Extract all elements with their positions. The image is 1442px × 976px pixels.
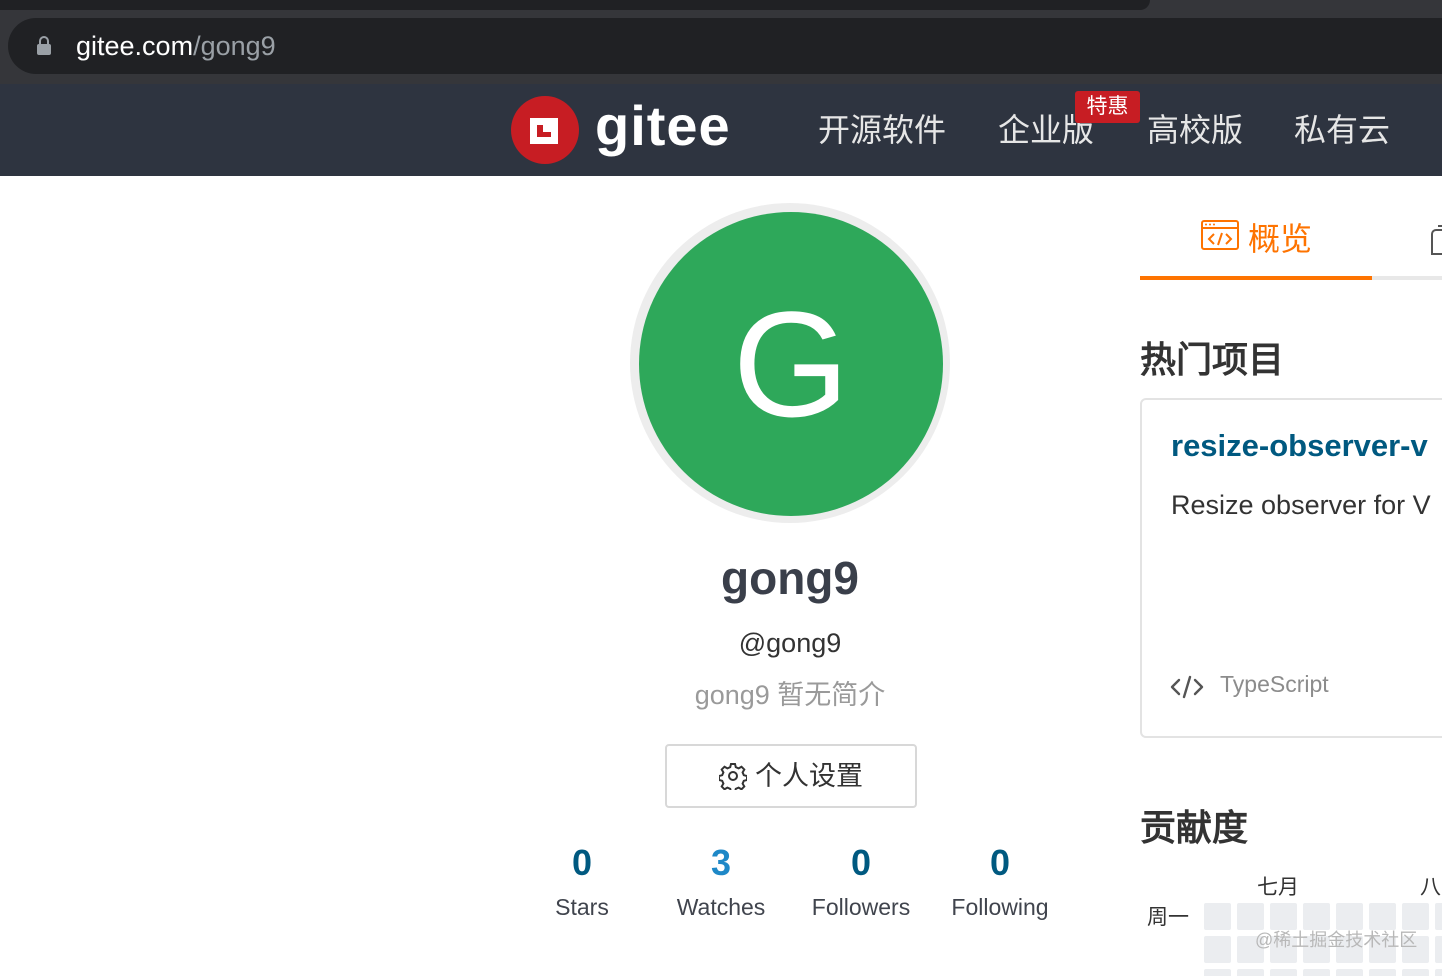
url-text[interactable]: gitee.com/gong9 — [76, 29, 276, 63]
stat-watches[interactable]: 3 Watches — [656, 840, 786, 922]
followers-count: 0 — [850, 842, 872, 883]
url-host: gitee.com — [76, 31, 194, 61]
contribution-cell[interactable] — [1336, 969, 1363, 976]
browser-tab-strip — [0, 0, 1150, 10]
gitee-logo-icon[interactable] — [511, 96, 579, 164]
following-label: Following — [951, 894, 1049, 920]
project-description: Resize observer for V — [1171, 490, 1431, 520]
code-window-icon — [1200, 220, 1239, 250]
lock-icon — [37, 36, 51, 55]
user-bio: gong9 暂无简介 — [694, 680, 886, 710]
contribution-cell[interactable] — [1402, 903, 1429, 930]
followers-label: Followers — [811, 894, 911, 920]
watermark: @稀土掘金技术社区 — [1255, 930, 1418, 950]
contribution-title: 贡献度 — [1140, 807, 1249, 848]
contribution-cell[interactable] — [1204, 969, 1231, 976]
contribution-cell[interactable] — [1435, 903, 1442, 930]
contribution-cell[interactable] — [1369, 903, 1396, 930]
url-path: /gong9 — [193, 31, 276, 61]
tab-active-indicator — [1140, 276, 1372, 280]
address-bar[interactable]: gitee.com/gong9 — [8, 18, 1442, 74]
watches-count: 3 — [710, 842, 732, 883]
contribution-cell[interactable] — [1204, 903, 1231, 930]
next-tab-icon[interactable] — [1430, 224, 1442, 256]
stars-count: 0 — [571, 842, 593, 883]
stat-followers[interactable]: 0 Followers — [796, 840, 926, 922]
month-label-july: 七月 — [1257, 876, 1299, 899]
contribution-cell[interactable] — [1402, 969, 1429, 976]
contribution-cell[interactable] — [1369, 969, 1396, 976]
avatar[interactable]: G — [639, 212, 943, 516]
contribution-cell[interactable] — [1303, 969, 1330, 976]
tab-overview[interactable]: 概览 — [1140, 218, 1372, 280]
site-header: gitee 开源软件 企业版 特惠 高校版 私有云 — [0, 84, 1442, 176]
browser-toolbar: gitee.com/gong9 — [0, 0, 1442, 84]
following-count: 0 — [989, 842, 1011, 883]
tab-overview-label: 概览 — [1247, 221, 1312, 257]
project-card[interactable]: resize-observer-v Resize observer for V … — [1140, 398, 1442, 738]
popular-projects-title: 热门项目 — [1140, 339, 1285, 380]
contribution-cell[interactable] — [1435, 936, 1442, 963]
nav-education[interactable]: 高校版 — [1147, 110, 1243, 150]
stat-following[interactable]: 0 Following — [935, 840, 1065, 922]
contribution-cell[interactable] — [1336, 903, 1363, 930]
page: gitee.com/gong9 gitee 开源软件 企业版 特惠 高校版 私有… — [0, 0, 1442, 976]
contribution-cell[interactable] — [1270, 969, 1297, 976]
personal-settings-button[interactable]: 个人设置 — [665, 744, 917, 808]
contribution-cell[interactable] — [1270, 903, 1297, 930]
watches-label: Watches — [676, 894, 766, 920]
username: @gong9 — [738, 628, 842, 658]
stat-stars[interactable]: 0 Stars — [517, 840, 647, 922]
weekday-label-monday: 周一 — [1147, 906, 1189, 929]
personal-settings-label: 个人设置 — [755, 761, 863, 791]
nav-open-source[interactable]: 开源软件 — [818, 110, 946, 150]
gear-icon — [719, 763, 747, 790]
gitee-logo-text[interactable]: gitee — [595, 94, 731, 158]
stars-label: Stars — [555, 894, 609, 920]
contribution-cell[interactable] — [1237, 969, 1264, 976]
promo-badge: 特惠 — [1075, 91, 1140, 123]
nav-private-cloud[interactable]: 私有云 — [1294, 110, 1390, 150]
contribution-cell[interactable] — [1435, 969, 1442, 976]
project-language: TypeScript — [1220, 671, 1329, 697]
contribution-cell[interactable] — [1237, 903, 1264, 930]
contribution-cell[interactable] — [1303, 903, 1330, 930]
project-name-link[interactable]: resize-observer-v — [1171, 426, 1428, 466]
month-label-august: 八 — [1420, 876, 1441, 899]
display-name: gong9 — [721, 552, 859, 604]
contribution-cell[interactable] — [1204, 936, 1231, 963]
code-icon — [1170, 675, 1204, 699]
